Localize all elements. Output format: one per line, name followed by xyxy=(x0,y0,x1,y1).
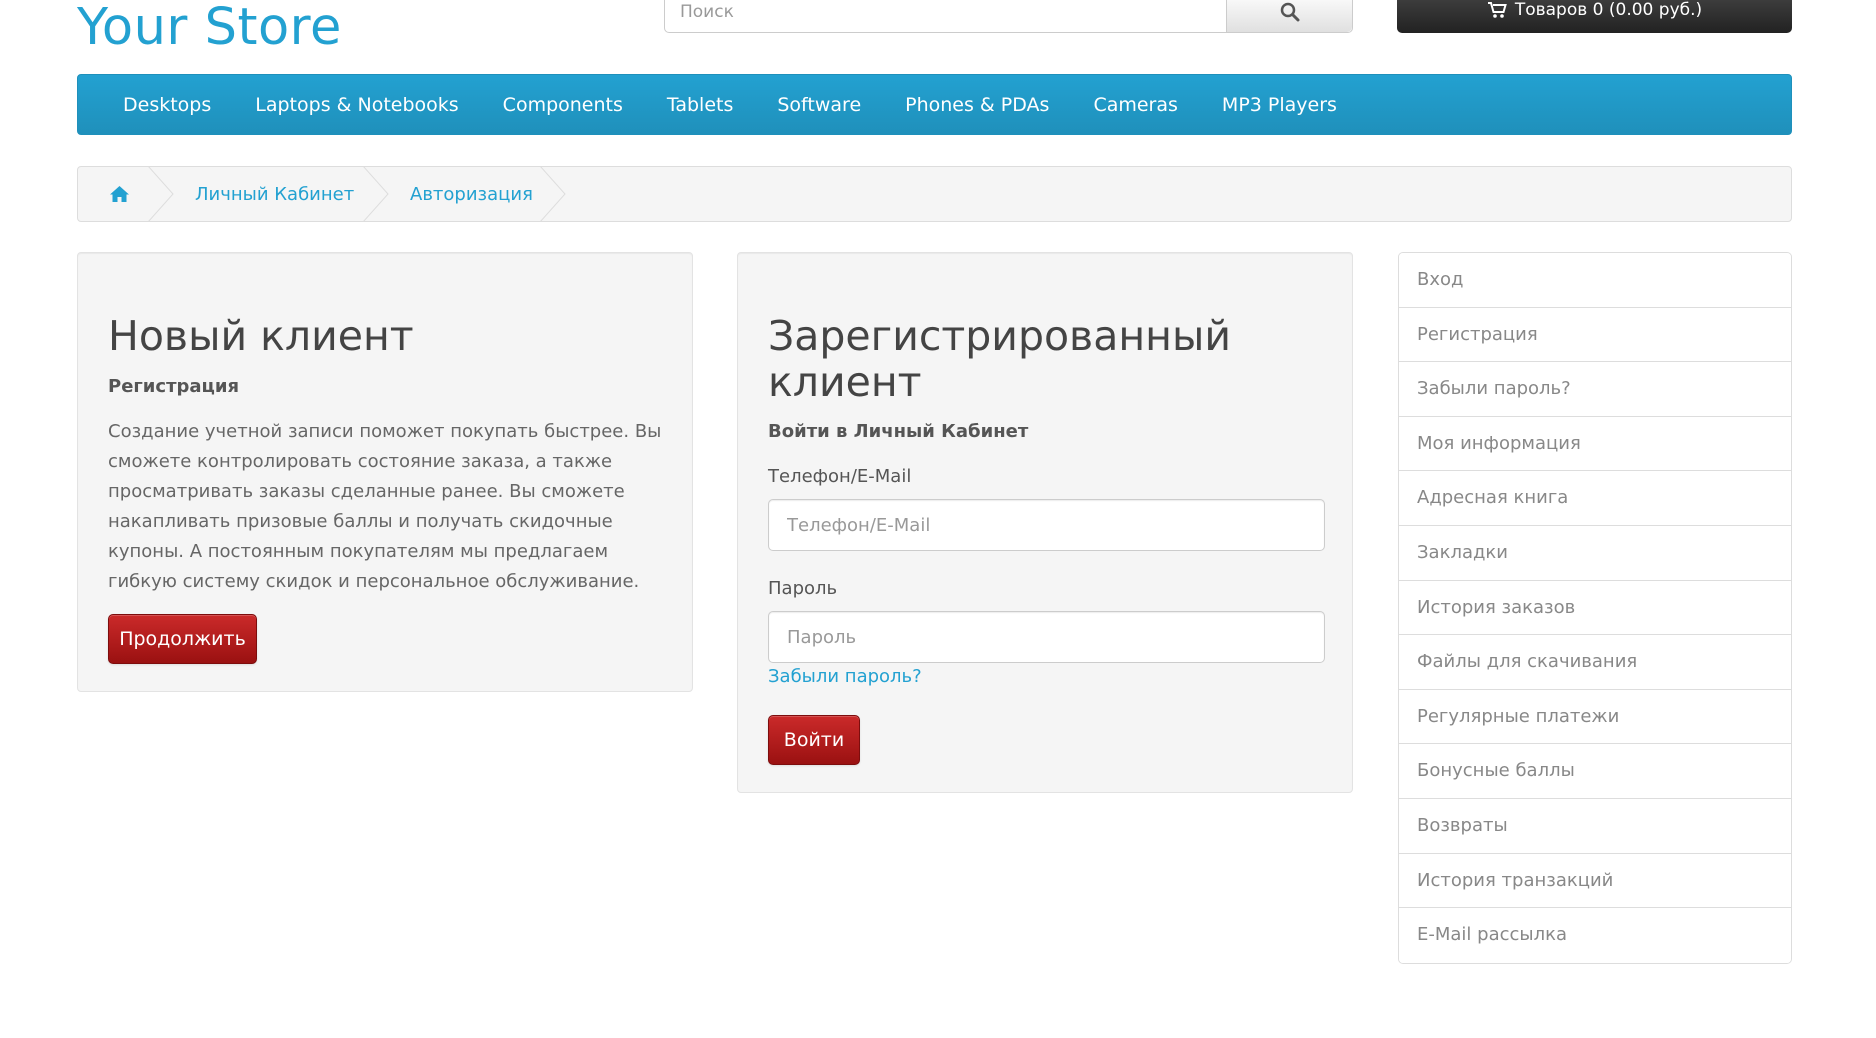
nav-item-components[interactable]: Components xyxy=(481,94,645,116)
menu-item-register[interactable]: Регистрация xyxy=(1399,307,1791,363)
nav-item-software[interactable]: Software xyxy=(755,94,883,116)
breadcrumb-separator xyxy=(148,166,174,222)
menu-item-returns[interactable]: Возвраты xyxy=(1399,798,1791,854)
search-button[interactable] xyxy=(1226,0,1352,32)
store-logo[interactable]: Your Store xyxy=(77,0,342,58)
nav-item-phones[interactable]: Phones & PDAs xyxy=(883,94,1071,116)
menu-item-order-history[interactable]: История заказов xyxy=(1399,580,1791,636)
continue-button[interactable]: Продолжить xyxy=(108,614,257,664)
forgot-password-link[interactable]: Забыли пароль? xyxy=(768,666,922,687)
menu-item-downloads[interactable]: Файлы для скачивания xyxy=(1399,635,1791,690)
menu-item-address-book[interactable]: Адресная книга xyxy=(1399,471,1791,526)
password-label: Пароль xyxy=(768,578,838,599)
breadcrumb-item: Авторизация xyxy=(410,167,533,221)
home-icon xyxy=(110,186,129,202)
new-customer-subtitle: Регистрация xyxy=(108,376,240,397)
login-button[interactable]: Войти xyxy=(768,715,860,765)
nav-item-tablets[interactable]: Tablets xyxy=(645,94,755,116)
main-nav: Desktops Laptops & Notebooks Components … xyxy=(77,74,1792,135)
search-input[interactable] xyxy=(665,0,1226,32)
nav-item-laptops[interactable]: Laptops & Notebooks xyxy=(233,94,480,116)
new-customer-text: Создание учетной записи поможет покупать… xyxy=(108,421,662,592)
cart-button[interactable]: Товаров 0 (0.00 руб.) xyxy=(1397,0,1792,33)
returning-customer-title: Зарегистрированный клиент xyxy=(768,312,1231,406)
menu-item-forgotten[interactable]: Забыли пароль? xyxy=(1399,362,1791,417)
breadcrumb-home[interactable] xyxy=(109,167,130,221)
menu-item-wishlist[interactable]: Закладки xyxy=(1399,525,1791,581)
nav-item-mp3[interactable]: MP3 Players xyxy=(1200,94,1359,116)
login-label: Телефон/E-Mail xyxy=(768,466,912,487)
account-menu: Вход Регистрация Забыли пароль? Моя инфо… xyxy=(1398,252,1792,964)
breadcrumb-login[interactable]: Авторизация xyxy=(410,184,533,205)
cart-label: Товаров 0 (0.00 руб.) xyxy=(1514,0,1703,20)
menu-item-my-info[interactable]: Моя информация xyxy=(1399,416,1791,472)
breadcrumb-item: Личный Кабинет xyxy=(195,167,354,221)
menu-item-login[interactable]: Вход xyxy=(1399,253,1791,308)
menu-item-reward-points[interactable]: Бонусные баллы xyxy=(1399,744,1791,799)
breadcrumb-separator xyxy=(540,166,566,222)
menu-item-newsletter[interactable]: E-Mail рассылка xyxy=(1399,908,1791,963)
search-box xyxy=(664,0,1353,33)
password-input[interactable] xyxy=(768,611,1325,663)
breadcrumb: Личный Кабинет Авторизация xyxy=(77,166,1792,222)
breadcrumb-separator xyxy=(363,166,389,222)
new-customer-panel: Новый клиент Регистрация Создание учетно… xyxy=(77,252,693,692)
menu-item-transactions[interactable]: История транзакций xyxy=(1399,853,1791,909)
new-customer-title: Новый клиент xyxy=(108,312,414,360)
breadcrumb-account[interactable]: Личный Кабинет xyxy=(195,184,354,205)
cart-icon xyxy=(1487,1,1507,18)
nav-item-cameras[interactable]: Cameras xyxy=(1071,94,1199,116)
returning-customer-panel: Зарегистрированный клиент Войти в Личный… xyxy=(737,252,1353,793)
login-input[interactable] xyxy=(768,499,1325,551)
menu-item-recurring[interactable]: Регулярные платежи xyxy=(1399,689,1791,745)
nav-item-desktops[interactable]: Desktops xyxy=(101,94,233,116)
returning-customer-subtitle: Войти в Личный Кабинет xyxy=(768,421,1029,442)
search-icon xyxy=(1280,2,1299,21)
